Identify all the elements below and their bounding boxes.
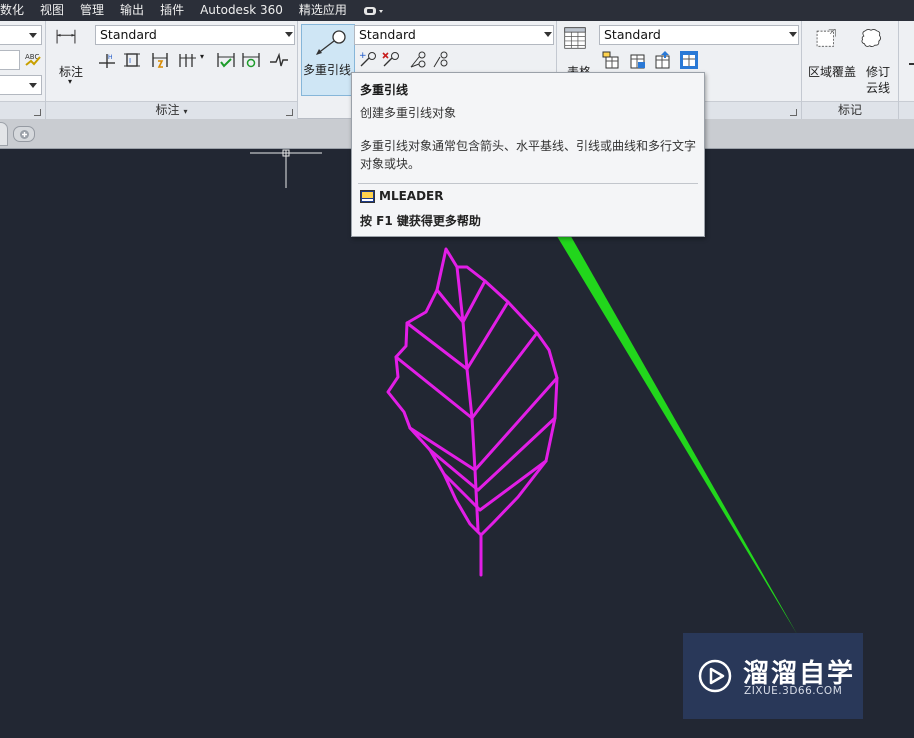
add-leader-icon[interactable]: +: [357, 49, 379, 71]
panel-markup: 区域覆盖 修订 云线 标记: [802, 21, 899, 119]
dim-jogline-icon[interactable]: [268, 49, 290, 71]
tooltip-help: 按 F1 键获得更多帮助: [360, 214, 481, 228]
svg-text:+: +: [359, 51, 367, 61]
extract-data-icon[interactable]: [600, 49, 622, 71]
new-tab-button[interactable]: [13, 126, 35, 142]
multileader-tooltip: 多重引线 创建多重引线对象 多重引线对象通常包含箭头、水平基线、引线或曲线和多行…: [351, 72, 705, 237]
revision-cloud-label-2[interactable]: 云线: [866, 79, 890, 96]
chevron-down-icon: ▾: [183, 107, 188, 116]
text-height-combo[interactable]: [0, 50, 20, 70]
wipeout-icon[interactable]: [815, 27, 847, 57]
chevron-down-icon[interactable]: [544, 32, 552, 37]
panel-title-dimensions-label: 标注: [155, 103, 180, 117]
chevron-down-icon[interactable]: [789, 32, 797, 37]
plus-icon: [20, 130, 29, 139]
tooltip-details: 多重引线对象通常包含箭头、水平基线、引线或曲线和多行文字对象或块。: [360, 139, 697, 171]
download-data-icon[interactable]: [678, 49, 700, 71]
dim-break-icon[interactable]: [149, 49, 171, 71]
panel-next-partial: [899, 21, 914, 119]
menu-bar: 数化 视图 管理 输出 插件 Autodesk 360 精选应用: [0, 0, 914, 21]
dim-continue-icon[interactable]: [177, 49, 199, 71]
tooltip-separator: [358, 183, 698, 184]
multileader-label: 多重引线: [303, 63, 352, 77]
upload-data-icon[interactable]: [651, 49, 673, 71]
multileader-style-combo[interactable]: Standard: [354, 25, 554, 45]
menu-item-featured-apps[interactable]: 精选应用: [291, 0, 355, 21]
chevron-down-icon[interactable]: ▾: [200, 52, 204, 61]
link-data-icon[interactable]: [626, 49, 648, 71]
menu-item-digitize[interactable]: 数化: [0, 0, 32, 21]
tooltip-command: MLEADER: [379, 189, 444, 203]
menu-item-plugins[interactable]: 插件: [152, 0, 192, 21]
panel-title-next: [899, 101, 914, 119]
text-style-combo[interactable]: [0, 25, 42, 45]
panel-title-text: [0, 101, 45, 119]
remove-leader-icon[interactable]: [380, 49, 402, 71]
watermark: 溜溜自学 ZIXUE.3D66.COM: [683, 633, 863, 719]
command-line-icon: [360, 190, 375, 203]
multileader-button[interactable]: 多重引线: [301, 24, 355, 96]
dimension-linear-icon[interactable]: [55, 27, 87, 59]
panel-toggle-icon[interactable]: [363, 6, 385, 16]
align-leaders-icon[interactable]: [407, 49, 429, 71]
tooltip-title: 多重引线: [360, 83, 409, 97]
menu-item-manage[interactable]: 管理: [72, 0, 112, 21]
partial-label-fragment: [909, 63, 914, 65]
table-icon[interactable]: [564, 27, 594, 57]
chevron-down-icon[interactable]: [285, 32, 293, 37]
multileader-icon: [316, 30, 346, 55]
svg-text:I: I: [129, 57, 131, 65]
revision-cloud-label-1[interactable]: 修订: [866, 63, 890, 80]
table-style-combo[interactable]: Standard: [599, 25, 799, 45]
text-font-combo[interactable]: [0, 75, 42, 95]
play-logo-icon: [698, 659, 732, 693]
menu-item-output[interactable]: 输出: [112, 0, 152, 21]
dimension-style-combo[interactable]: Standard: [95, 25, 295, 45]
dim-inspect-icon[interactable]: [215, 49, 237, 71]
panel-dimensions: 标注 ▾ Standard H I ▾ 标注 ▾: [46, 21, 298, 119]
document-tab[interactable]: [0, 122, 8, 146]
panel-title-dimensions[interactable]: 标注 ▾: [46, 101, 297, 119]
menu-item-view[interactable]: 视图: [32, 0, 72, 21]
tooltip-description: 创建多重引线对象: [360, 106, 457, 120]
dim-space-icon[interactable]: I: [121, 49, 143, 71]
svg-text:H: H: [108, 54, 113, 61]
panel-title-markup: 标记: [802, 101, 898, 119]
check-spelling-icon[interactable]: ABC: [22, 49, 44, 71]
revision-cloud-icon[interactable]: [860, 27, 894, 57]
panel-text-partial: ABC: [0, 21, 46, 119]
wipeout-label[interactable]: 区域覆盖: [808, 63, 856, 80]
dim-update-icon[interactable]: [240, 49, 262, 71]
watermark-site: ZIXUE.3D66.COM: [744, 685, 843, 697]
dim-baseline-icon[interactable]: H: [96, 49, 118, 71]
menu-item-autodesk-360[interactable]: Autodesk 360: [192, 0, 291, 21]
collect-leaders-icon[interactable]: [430, 49, 452, 71]
chevron-down-icon[interactable]: ▾: [68, 77, 72, 86]
